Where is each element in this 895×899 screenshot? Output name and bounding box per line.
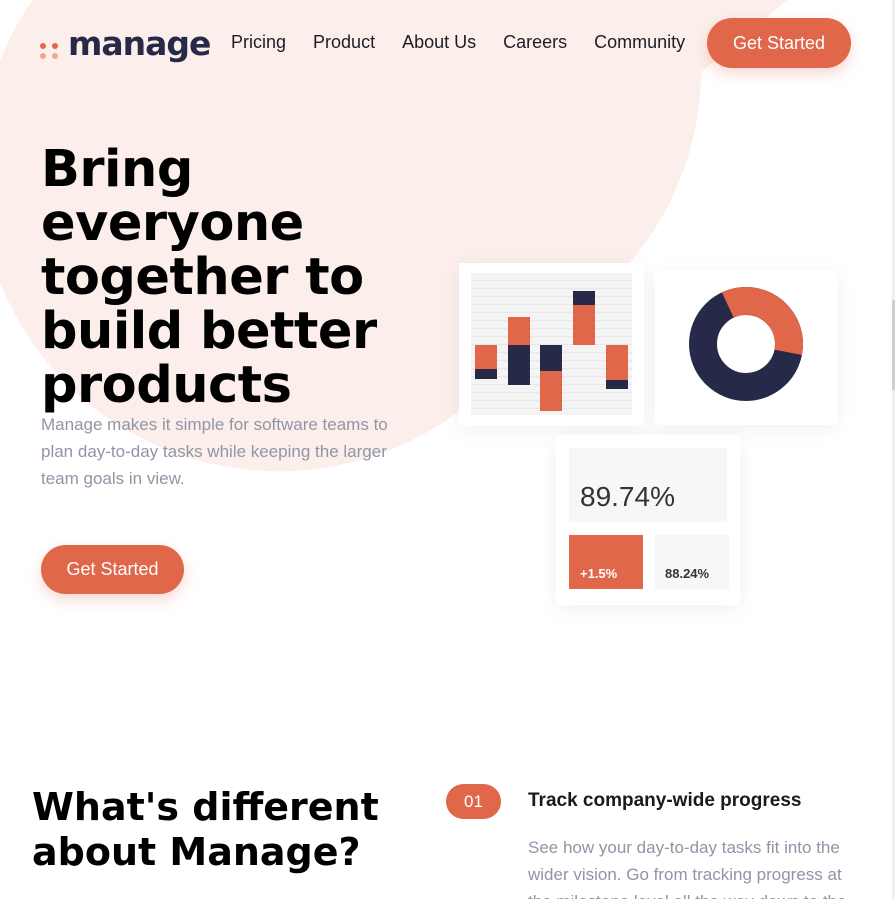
illustration-donut-card	[655, 270, 837, 425]
nav-item-pricing[interactable]: Pricing	[231, 32, 286, 53]
nav-item-community[interactable]: Community	[594, 32, 685, 53]
hero-title-line: products	[41, 356, 292, 415]
hero-description: Manage makes it simple for software team…	[41, 415, 388, 488]
stat-secondary-value: 88.24%	[655, 535, 729, 589]
features-title: What's different about Manage?	[32, 785, 392, 875]
hero-title-line: build better	[41, 302, 377, 361]
hero-title-line: Bring everyone	[41, 140, 304, 253]
header-get-started-button[interactable]: Get Started	[707, 18, 851, 68]
logo[interactable]: manage	[40, 24, 211, 63]
site-header: manage Pricing Product About Us Careers …	[0, 0, 895, 90]
illustration-bar	[508, 345, 530, 385]
feature-title: Track company-wide progress	[528, 790, 802, 811]
illustration-bar-panel	[471, 273, 632, 415]
illustration-bar	[573, 305, 595, 345]
nav-item-product[interactable]: Product	[313, 32, 375, 53]
features-title-line: about Manage?	[32, 830, 361, 874]
nav-item-careers[interactable]: Careers	[503, 32, 567, 53]
main-nav: Pricing Product About Us Careers Communi…	[231, 32, 712, 53]
illustration-bar	[475, 369, 497, 379]
hero-get-started-button[interactable]: Get Started	[41, 545, 184, 594]
nav-item-about-us[interactable]: About Us	[402, 32, 476, 53]
illustration-bar	[573, 291, 595, 305]
stat-main-value: 89.74%	[569, 448, 727, 522]
illustration-bar	[540, 371, 562, 411]
illustration-bar	[508, 317, 530, 345]
illustration-bars	[475, 291, 628, 411]
logo-text: manage	[68, 24, 211, 63]
features-title-line: What's different	[32, 785, 379, 829]
stat-change-value: +1.5%	[569, 535, 643, 589]
hero-title-line: together to	[41, 248, 364, 307]
illustration-bar	[606, 345, 628, 380]
illustration-stats-card: 89.74% +1.5% 88.24%	[556, 435, 740, 605]
feature-description: See how your day-to-day tasks fit into t…	[528, 838, 846, 899]
logo-dots-icon	[40, 33, 62, 59]
hero-title: Bring everyone together to build better …	[41, 143, 461, 413]
illustration-donut	[689, 287, 803, 401]
illustration-bar-chart-card	[459, 263, 644, 426]
feature-number-badge: 01	[446, 784, 501, 819]
illustration-bar	[540, 345, 562, 373]
